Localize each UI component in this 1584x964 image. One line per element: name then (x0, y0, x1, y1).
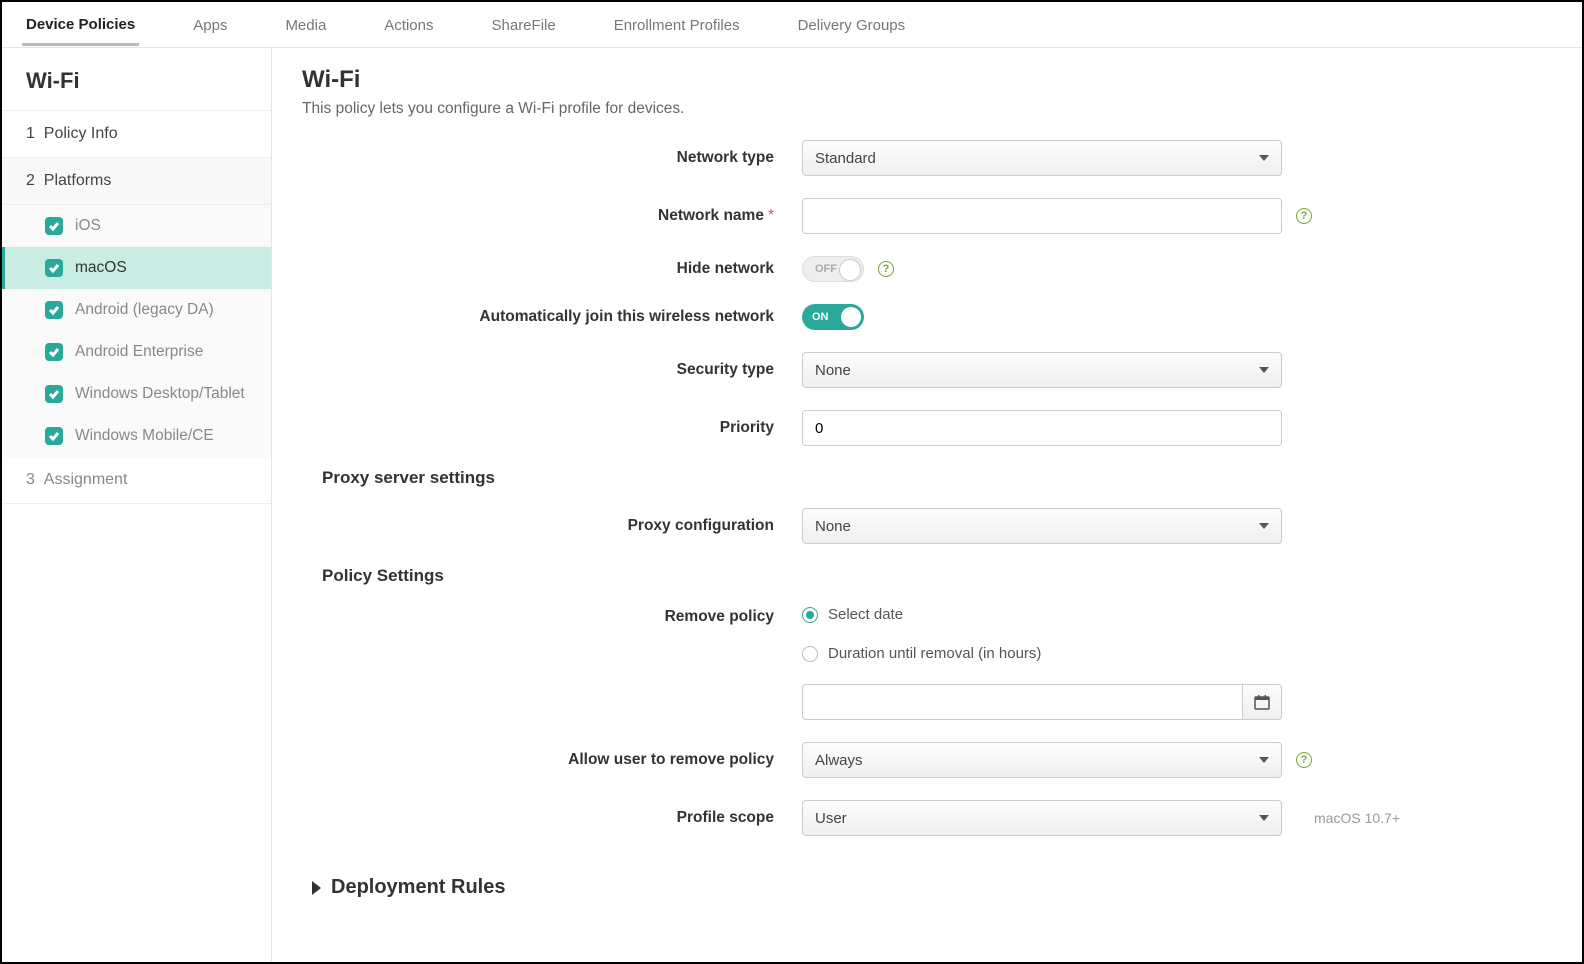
radio-icon (802, 646, 818, 662)
select-value: Always (815, 752, 863, 769)
page-title: Wi-Fi (302, 66, 1542, 94)
radio-select-date[interactable]: Select date (802, 606, 903, 623)
platform-label: Windows Mobile/CE (75, 427, 214, 445)
tab-device-policies[interactable]: Device Policies (22, 4, 139, 46)
platform-macos[interactable]: macOS (2, 247, 271, 289)
tab-actions[interactable]: Actions (380, 5, 437, 44)
help-icon[interactable]: ? (1296, 752, 1312, 768)
calendar-icon (1254, 694, 1270, 710)
tab-enrollment-profiles[interactable]: Enrollment Profiles (610, 5, 744, 44)
input-date-wrap (802, 684, 1242, 720)
top-nav: Device Policies Apps Media Actions Share… (2, 2, 1582, 48)
checkbox-icon[interactable] (45, 301, 63, 319)
label-remove-policy: Remove policy (302, 606, 802, 626)
tab-sharefile[interactable]: ShareFile (488, 5, 560, 44)
platform-label: macOS (75, 259, 127, 277)
checkbox-icon[interactable] (45, 427, 63, 445)
input-network-name[interactable] (815, 199, 1269, 233)
tab-apps[interactable]: Apps (189, 5, 231, 44)
label-allow-remove: Allow user to remove policy (302, 751, 802, 769)
platform-ios[interactable]: iOS (2, 205, 271, 247)
sidebar: Wi-Fi 1 Policy Info 2 Platforms iOS macO… (2, 48, 272, 962)
select-security-type[interactable]: None (802, 352, 1282, 388)
select-network-type[interactable]: Standard (802, 140, 1282, 176)
step-label: Assignment (44, 471, 128, 488)
select-value: None (815, 518, 851, 535)
label-hide-network: Hide network (302, 260, 802, 278)
tab-delivery-groups[interactable]: Delivery Groups (794, 5, 910, 44)
step-num: 1 (26, 125, 35, 142)
select-value: Standard (815, 150, 876, 167)
section-policy-heading: Policy Settings (322, 566, 1542, 586)
section-proxy-heading: Proxy server settings (322, 468, 1542, 488)
select-value: User (815, 810, 847, 827)
platform-windows-desktop[interactable]: Windows Desktop/Tablet (2, 373, 271, 415)
platform-android-enterprise[interactable]: Android Enterprise (2, 331, 271, 373)
label-security-type: Security type (302, 361, 802, 379)
radio-icon (802, 607, 818, 623)
toggle-hide-network[interactable]: OFF (802, 256, 864, 282)
tab-media[interactable]: Media (281, 5, 330, 44)
input-date[interactable] (803, 685, 1242, 719)
step-assignment[interactable]: 3 Assignment (2, 457, 271, 504)
platform-label: iOS (75, 217, 101, 235)
label-priority: Priority (302, 419, 802, 437)
step-label: Policy Info (44, 125, 118, 142)
platform-windows-mobile[interactable]: Windows Mobile/CE (2, 415, 271, 457)
sidebar-title: Wi-Fi (2, 48, 271, 111)
triangle-right-icon (312, 881, 321, 895)
checkbox-icon[interactable] (45, 217, 63, 235)
radio-duration[interactable]: Duration until removal (in hours) (802, 645, 1041, 662)
label-auto-join: Automatically join this wireless network (302, 308, 802, 326)
step-policy-info[interactable]: 1 Policy Info (2, 111, 271, 158)
chevron-down-icon (1259, 523, 1269, 529)
chevron-down-icon (1259, 155, 1269, 161)
input-priority[interactable] (815, 411, 1269, 445)
label-profile-scope: Profile scope (302, 809, 802, 827)
hint-profile-scope: macOS 10.7+ (1314, 810, 1400, 826)
label-network-name: Network name* (302, 207, 802, 225)
checkbox-icon[interactable] (45, 343, 63, 361)
date-picker-button[interactable] (1242, 684, 1282, 720)
select-profile-scope[interactable]: User (802, 800, 1282, 836)
platform-android-legacy[interactable]: Android (legacy DA) (2, 289, 271, 331)
platform-label: Android Enterprise (75, 343, 203, 361)
deployment-rules-toggle[interactable]: Deployment Rules (312, 876, 1542, 899)
label-proxy-config: Proxy configuration (302, 517, 802, 535)
main-panel: Wi-Fi This policy lets you configure a W… (272, 48, 1582, 962)
step-num: 3 (26, 471, 35, 488)
platform-label: Android (legacy DA) (75, 301, 214, 319)
select-allow-remove[interactable]: Always (802, 742, 1282, 778)
deployment-rules-label: Deployment Rules (331, 876, 505, 899)
select-proxy-config[interactable]: None (802, 508, 1282, 544)
toggle-auto-join[interactable]: ON (802, 304, 864, 330)
platform-label: Windows Desktop/Tablet (75, 385, 245, 403)
help-icon[interactable]: ? (1296, 208, 1312, 224)
radio-label: Select date (828, 606, 903, 623)
checkbox-icon[interactable] (45, 385, 63, 403)
radio-label: Duration until removal (in hours) (828, 645, 1041, 662)
step-num: 2 (26, 172, 35, 189)
input-network-name-wrap (802, 198, 1282, 234)
chevron-down-icon (1259, 757, 1269, 763)
step-label: Platforms (44, 172, 112, 189)
input-priority-wrap (802, 410, 1282, 446)
help-icon[interactable]: ? (878, 261, 894, 277)
chevron-down-icon (1259, 815, 1269, 821)
page-description: This policy lets you configure a Wi-Fi p… (302, 100, 1542, 118)
select-value: None (815, 362, 851, 379)
platform-list: iOS macOS Android (legacy DA) Android En… (2, 205, 271, 457)
checkbox-icon[interactable] (45, 259, 63, 277)
chevron-down-icon (1259, 367, 1269, 373)
label-network-type: Network type (302, 149, 802, 167)
step-platforms[interactable]: 2 Platforms (2, 158, 271, 205)
